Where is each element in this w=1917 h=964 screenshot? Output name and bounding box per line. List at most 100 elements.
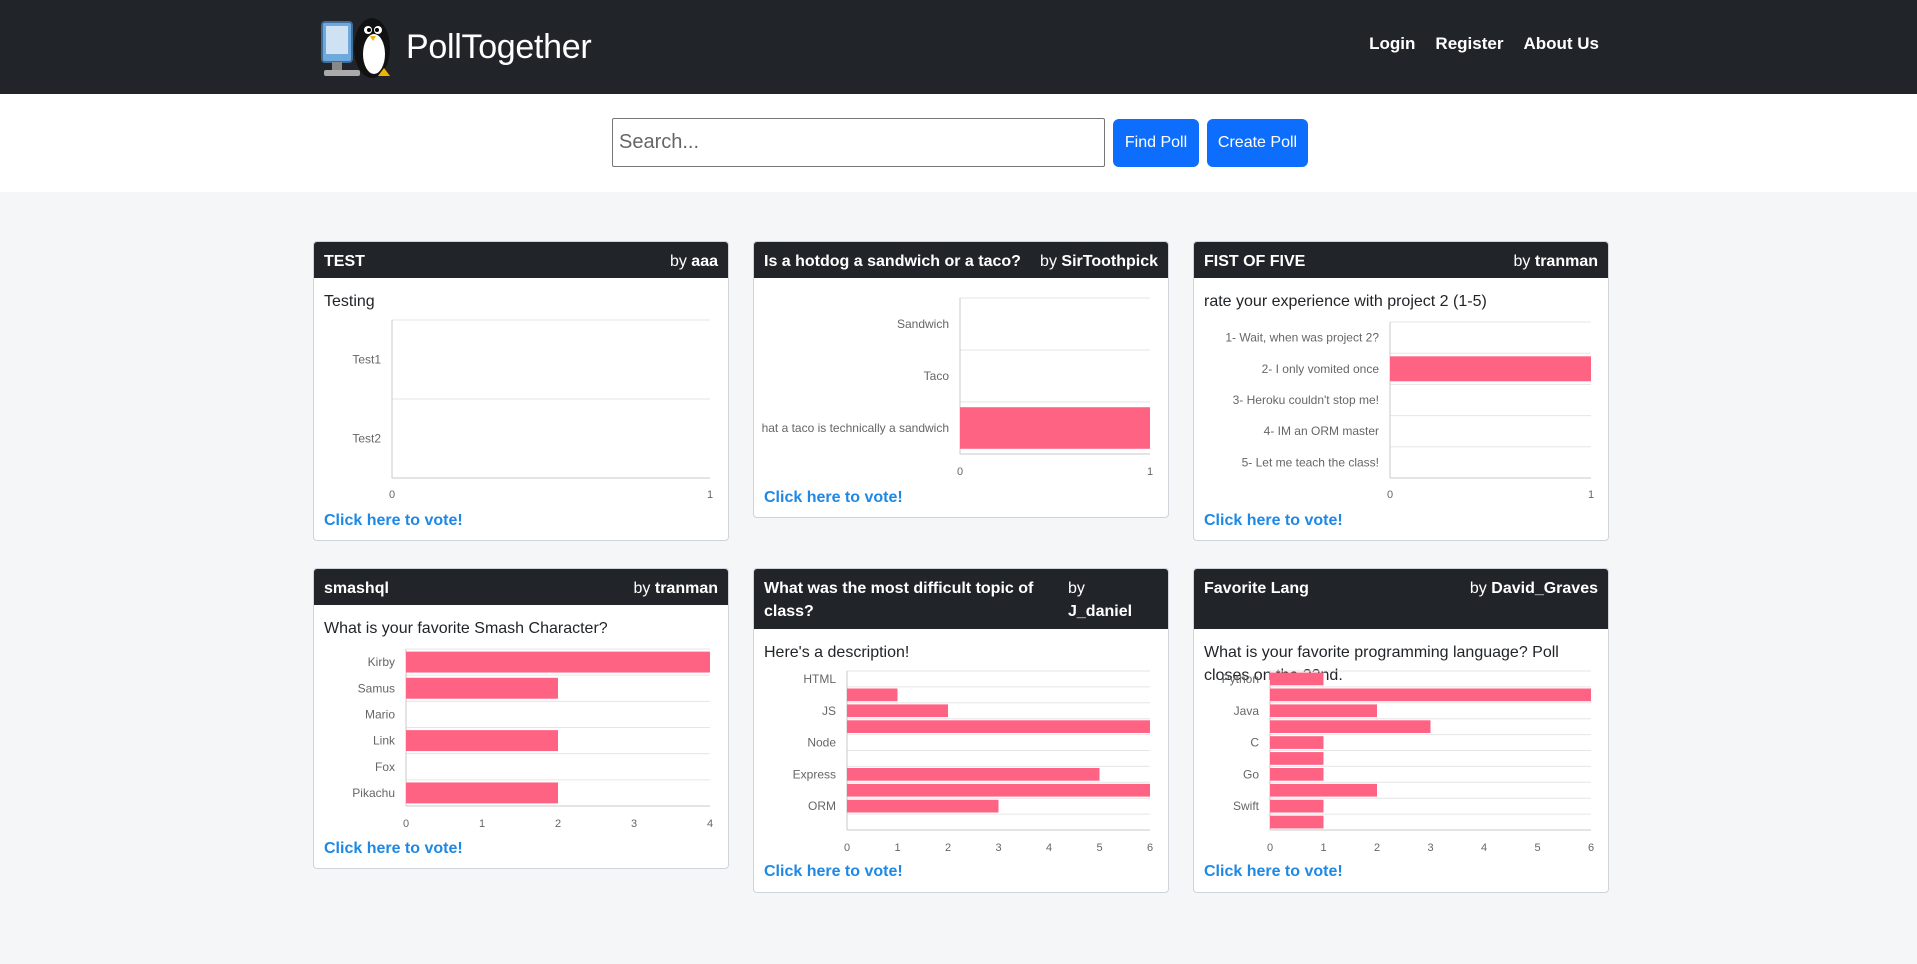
chart-x-tick: 6 <box>1147 842 1153 854</box>
author-name[interactable]: aaa <box>691 253 718 270</box>
chart-bar <box>1270 736 1324 749</box>
poll-description: Here's a description! <box>764 644 910 661</box>
poll-card: Favorite Lang by David_Graves What is your… <box>1193 568 1609 893</box>
chart-x-tick: 4 <box>707 818 713 830</box>
poll-card-header: Is a hotdog a sandwich or a taco? by SirT… <box>754 242 1168 278</box>
chart-bar <box>406 677 558 699</box>
author-name[interactable]: David_Graves <box>1491 580 1598 597</box>
chart-x-tick: 6 <box>1588 842 1594 854</box>
chart-category-label: Node <box>807 736 836 750</box>
chart-category-label: Link <box>373 734 396 748</box>
chart-category-label: Swift <box>1233 799 1260 813</box>
vote-link[interactable]: Click here to vote! <box>754 863 913 881</box>
chart-bar <box>1390 356 1591 382</box>
chart-category-label: Fox <box>375 760 395 774</box>
poll-title: FIST OF FIVE <box>1204 253 1306 270</box>
chart-x-tick: 1 <box>707 489 713 501</box>
chart-x-tick: 3 <box>995 842 1001 854</box>
poll-description: What is your favorite Smash Character? <box>324 620 608 637</box>
chart-category-label: Mario <box>365 707 395 721</box>
search-input[interactable] <box>612 118 1105 167</box>
chart-bar <box>1270 688 1591 702</box>
chart-bar <box>1270 783 1377 797</box>
chart-x-tick: 2 <box>1374 842 1380 854</box>
search-band: Find Poll Create Poll <box>0 94 1917 192</box>
nav-about-link[interactable]: About Us <box>1523 34 1599 54</box>
author-name[interactable]: tranman <box>1535 253 1598 270</box>
vote-link[interactable]: Click here to vote! <box>314 840 473 858</box>
chart-bar <box>847 767 1100 781</box>
chart-x-tick: 3 <box>1427 842 1433 854</box>
chart-bar <box>1270 752 1324 765</box>
chart-x-tick: 0 <box>403 818 409 830</box>
chart-bar <box>847 704 948 718</box>
chart-category-label: JS <box>822 704 836 718</box>
poll-author: by J_daniel <box>1068 577 1158 623</box>
poll-description: Testing <box>324 293 375 310</box>
by-label: by <box>1469 580 1487 597</box>
brand[interactable]: PollTogether <box>318 8 592 86</box>
nav-register-link[interactable]: Register <box>1435 34 1503 54</box>
poll-description: What is your favorite programming langua… <box>1204 644 1559 684</box>
poll-author: by David_Graves <box>1470 577 1598 600</box>
poll-author: by tranman <box>634 577 718 600</box>
nav-login-link[interactable]: Login <box>1369 34 1415 54</box>
chart-bar <box>406 651 710 673</box>
chart-x-tick: 5 <box>1096 842 1102 854</box>
penguin-logo-icon <box>321 18 390 78</box>
chart-category-label: hat a taco is technically a sandwich <box>762 421 949 435</box>
chart-category-label: Pikachu <box>352 786 395 800</box>
chart-x-tick: 1 <box>1320 842 1326 854</box>
chart-bar <box>1270 799 1324 813</box>
find-poll-button[interactable]: Find Poll <box>1113 119 1199 167</box>
author-name[interactable]: tranman <box>655 580 718 597</box>
poll-title: Is a hotdog a sandwich or a taco? <box>764 253 1021 270</box>
vote-link[interactable]: Click here to vote! <box>754 489 913 507</box>
chart-category-label: 2- I only vomited once <box>1262 362 1380 376</box>
poll-card-header: TEST by aaa <box>314 242 728 278</box>
chart-category-label: Kirby <box>368 655 395 669</box>
poll-author: by aaa <box>670 250 718 273</box>
author-name[interactable]: SirToothpick <box>1061 253 1158 270</box>
by-label: by <box>633 580 651 597</box>
chart-x-tick: 0 <box>844 842 850 854</box>
chart-x-tick: 3 <box>631 818 637 830</box>
chart-category-label: 5- Let me teach the class! <box>1242 455 1379 469</box>
by-label: by <box>1513 253 1531 270</box>
nav-links: Login Register About Us <box>1369 34 1599 54</box>
chart-category-label: 4- IM an ORM master <box>1264 424 1379 438</box>
author-name[interactable]: J_daniel <box>1068 603 1132 620</box>
poll-card: smashql by tranman What is your favorite S… <box>313 568 729 869</box>
chart-bar <box>406 782 558 804</box>
poll-bar-chart: Sandwich Taco hat a taco is technically a … <box>762 297 1153 478</box>
poll-card: FIST OF FIVE by tranman rate your experien… <box>1193 241 1609 541</box>
chart-bar <box>406 730 558 752</box>
chart-bar <box>1270 815 1324 829</box>
chart-x-tick: 1 <box>894 842 900 854</box>
vote-link[interactable]: Click here to vote! <box>1194 512 1353 530</box>
poll-card: TEST by aaa Testing Test1 Test2 0 1 Click here … <box>313 241 729 541</box>
poll-title: smashql <box>324 580 389 597</box>
chart-category-label: Test2 <box>352 432 381 446</box>
brand-name: PollTogether <box>406 27 592 66</box>
poll-card: What was the most difficult topic of cla… <box>753 568 1169 893</box>
chart-x-tick: 0 <box>1267 842 1273 854</box>
chart-category-label: ORM <box>808 799 836 813</box>
chart-x-tick: 1 <box>1588 489 1594 501</box>
chart-bar <box>1270 704 1377 718</box>
by-label: by <box>1040 253 1057 270</box>
chart-category-label: Java <box>1234 704 1260 718</box>
poll-card-header: Favorite Lang by David_Graves <box>1194 569 1608 629</box>
vote-link[interactable]: Click here to vote! <box>314 512 473 530</box>
chart-x-tick: 0 <box>957 466 963 478</box>
poll-card: Is a hotdog a sandwich or a taco? by SirT… <box>753 241 1169 518</box>
chart-x-tick: 0 <box>1387 489 1393 501</box>
chart-category-label: C <box>1250 736 1259 750</box>
chart-bar <box>960 407 1150 449</box>
chart-category-label: Samus <box>358 681 395 695</box>
chart-x-tick: 5 <box>1534 842 1540 854</box>
vote-link[interactable]: Click here to vote! <box>1194 863 1353 881</box>
create-poll-button[interactable]: Create Poll <box>1207 119 1308 167</box>
navbar: PollTogether Login Register About Us <box>0 0 1917 94</box>
chart-category-label: Go <box>1243 767 1259 781</box>
